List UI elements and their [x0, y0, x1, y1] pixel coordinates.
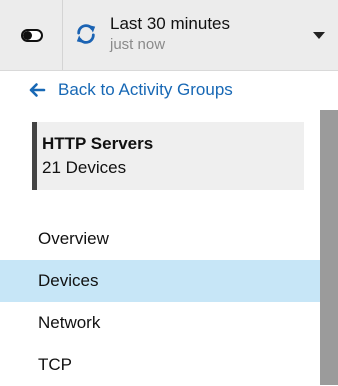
nav-item-network[interactable]: Network: [0, 302, 320, 344]
panel-scrollbar[interactable]: [320, 110, 338, 385]
group-device-count: 21 Devices: [42, 158, 127, 177]
back-link-label: Back to Activity Groups: [58, 80, 233, 99]
activity-group-header: HTTP Servers 21 Devices: [32, 122, 304, 190]
group-accent-bar: [32, 122, 37, 190]
group-title: HTTP Servers: [42, 134, 154, 153]
time-range-selector[interactable]: Last 30 minutes just now: [63, 0, 338, 70]
group-nav-list: Overview Devices Network TCP: [0, 218, 320, 386]
nav-item-overview[interactable]: Overview: [0, 218, 320, 260]
back-to-activity-groups-link[interactable]: Back to Activity Groups: [28, 78, 233, 102]
arrow-left-icon: [29, 83, 46, 97]
refresh-icon[interactable]: [75, 23, 97, 45]
nav-item-tcp[interactable]: TCP: [0, 344, 320, 386]
toggle-switch[interactable]: [0, 0, 63, 70]
toggle-icon: [21, 29, 43, 42]
top-toolbar: Last 30 minutes just now: [0, 0, 338, 71]
chevron-down-icon[interactable]: [313, 32, 325, 39]
nav-item-devices[interactable]: Devices: [0, 260, 320, 302]
time-range-label: Last 30 minutes: [110, 14, 231, 33]
time-range-sublabel: just now: [110, 36, 166, 53]
